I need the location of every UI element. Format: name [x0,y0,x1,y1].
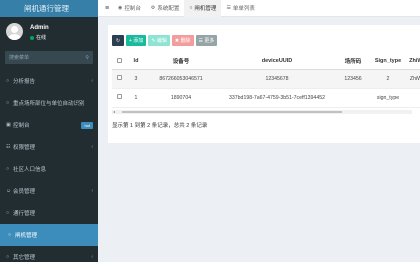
circle-icon: ○ [189,5,193,11]
row-checkbox[interactable] [116,75,122,80]
sidebar-item-dashboard[interactable]: ▣ 控制台 hot [0,114,98,136]
column-header-sign-type[interactable]: Sign_type [368,54,408,70]
sidebar-item-population[interactable]: ○ 社区人口信息 [0,158,98,180]
dashboard-icon: ◉ [118,5,123,11]
pagination-info: 显示第 1 到第 2 条记录，总共 2 条记录 [112,123,208,129]
table-row[interactable]: 3 867266053046571 12345678 123456 2 ZhiW… [112,69,420,89]
sidebar-item-permissions[interactable]: ☷ 权限管理 ‹ [0,136,98,158]
select-all-header[interactable] [112,54,126,70]
column-header-device-no[interactable]: 设备号 [146,54,216,70]
sidebar-item-key-places[interactable]: ○ 重点场所部位与单位自动识别 [0,92,98,114]
column-header-id[interactable]: Id [126,54,146,70]
circle-icon: ○ [6,166,10,172]
sidebar-item-members[interactable]: ☺ 会员管理 ‹ [0,180,98,202]
column-header-extra[interactable]: ZhiW... [408,54,420,70]
circle-icon: ○ [8,232,12,238]
chevron-left-icon: ‹ [91,144,93,150]
chevron-left-icon: ‹ [91,188,93,194]
list-icon: ☰ [226,5,231,11]
cell-device-no: 867266053046571 [146,69,216,89]
cell-device-uuid: 337bd198-7a67-4759-3b51-7ceff1394452 [216,88,338,108]
sidebar-menu: ○ 分析报告 ‹ ○ 重点场所部位与单位自动识别 ▣ 控制台 hot ☷ 权限管理 ‹ ○ 社区… [0,70,98,262]
top-nav: ≡ ◉ 控制台 ⚙ 系统配置 ○ 闸机管理 ☰ 单单列表 [98,0,420,17]
sidebar-search-placeholder: 搜索菜单 [9,55,30,61]
user-name: Admin [30,25,49,31]
select-all-checkbox[interactable] [116,57,122,63]
gate-table: Id 设备号 deviceUUID 场所码 Sign_type ZhiW... … [112,54,420,108]
more-button[interactable]: ☰ 更多 [195,35,218,46]
user-panel: Admin 在线 [0,17,98,47]
add-button[interactable]: + 添加 [126,35,147,46]
sidebar-search-input[interactable]: 搜索菜单 ⚲ [5,51,93,64]
circle-icon: ○ [6,100,10,106]
cell-sign-type: sign_type [368,88,408,108]
gate-panel: ↻ + 添加 ✎ 编辑 ✖ 删除 ☰ 更多 Id 设备号 deviceUUID … [108,25,420,143]
hot-badge: hot [81,121,93,129]
cell-extra: ZhiW... [408,69,420,89]
cell-sign-type: 2 [368,69,408,89]
horizontal-scrollbar[interactable]: ◂ [112,109,412,114]
cell-device-no: 1890704 [146,88,216,108]
cell-id: 3 [126,69,146,89]
sidebar-item-other[interactable]: ○ 其它管理 ‹ [0,246,98,262]
scroll-left-icon[interactable]: ◂ [113,109,115,114]
gear-icon: ⚙ [150,5,156,11]
table-toolbar: ↻ + 添加 ✎ 编辑 ✖ 删除 ☰ 更多 [112,35,218,46]
sidebar-item-analysis[interactable]: ○ 分析报告 ‹ [0,70,98,92]
cell-place-code: 123456 [338,69,368,89]
edit-button[interactable]: ✎ 编辑 [148,35,170,46]
column-header-device-uuid[interactable]: deviceUUID [216,54,338,70]
cell-extra [408,88,420,108]
row-checkbox-cell[interactable] [112,69,126,89]
online-dot-icon [30,35,34,40]
app-title[interactable]: 闸机通行管理 [0,0,98,17]
user-status-label: 在线 [36,35,47,41]
column-header-place-code[interactable]: 场所码 [338,54,368,70]
circle-icon: ○ [6,254,10,260]
menu-toggle-icon[interactable]: ≡ [101,5,113,12]
tab-dashboard[interactable]: ◉ 控制台 [113,0,146,17]
cell-place-code [338,88,368,108]
row-checkbox[interactable] [116,94,122,99]
refresh-button[interactable]: ↻ [112,35,124,46]
avatar[interactable] [6,23,23,40]
tab-system-config[interactable]: ⚙ 系统配置 [146,0,185,17]
circle-icon: ○ [6,78,10,84]
group-icon: ☷ [6,144,11,150]
user-icon: ☺ [6,188,12,194]
scrollbar-thumb[interactable] [122,111,342,113]
tab-gate-management[interactable]: ○ 闸机管理 [184,0,222,17]
sidebar: 闸机通行管理 Admin 在线 搜索菜单 ⚲ ○ 分析报告 ‹ ○ 重点场所部位与单位… [0,0,98,262]
sidebar-item-gates[interactable]: ○ 闸机管理 [0,224,98,246]
cell-device-uuid: 12345678 [216,69,338,89]
chevron-left-icon: ‹ [91,254,93,260]
sidebar-item-access[interactable]: ○ 通行管理 [0,202,98,224]
delete-button[interactable]: ✖ 删除 [171,35,194,46]
table-row[interactable]: 1 1890704 337bd198-7a67-4759-3b51-7ceff1… [112,88,420,108]
row-checkbox-cell[interactable] [112,88,126,108]
circle-icon: ○ [6,210,10,216]
main-content: ↻ + 添加 ✎ 编辑 ✖ 删除 ☰ 更多 Id 设备号 deviceUUID … [98,17,420,262]
dashboard-icon: ▣ [6,122,11,128]
tab-order-list[interactable]: ☰ 单单列表 [221,0,260,17]
table-header-row: Id 设备号 deviceUUID 场所码 Sign_type ZhiW... [112,54,420,70]
user-status: 在线 [30,34,46,41]
cell-id: 1 [126,88,146,108]
chevron-left-icon: ‹ [91,78,93,84]
search-icon[interactable]: ⚲ [85,55,89,61]
